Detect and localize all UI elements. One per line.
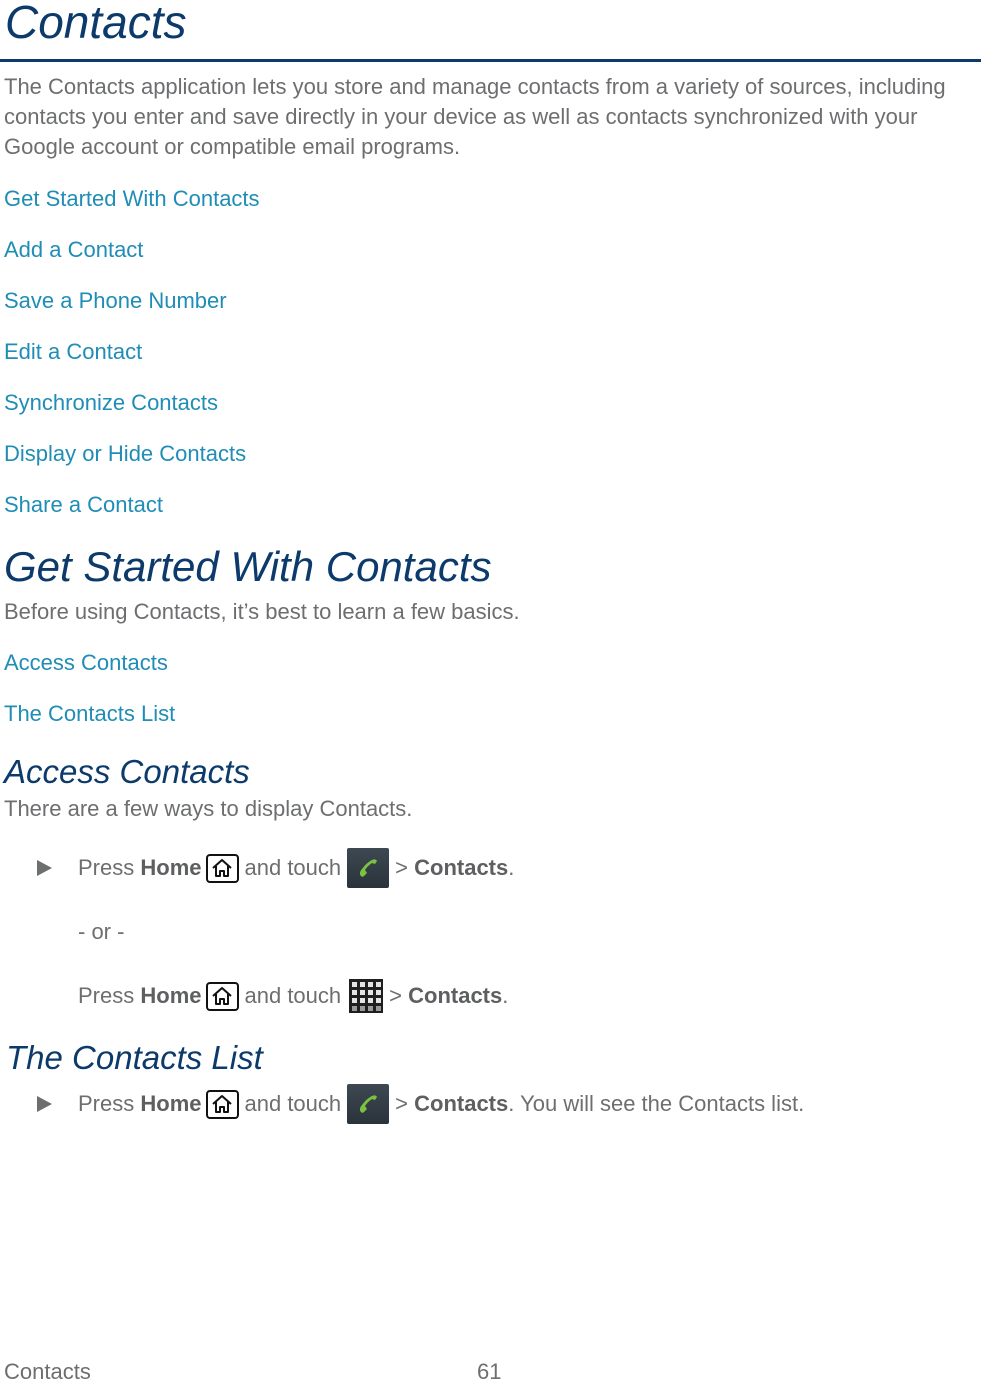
access-step-2: Press Home and touch > Contacts. [78,977,508,1015]
contacts-target-label: Contacts [408,983,503,1008]
footer-page-number: 61 [477,1359,502,1384]
link-contacts-list[interactable]: The Contacts List [4,701,175,727]
get-started-intro: Before using Contacts, it’s best to lear… [4,599,520,624]
home-key-label: Home [140,1091,202,1116]
step-separator: > [395,1091,408,1116]
contacts-list-step: Press Home and touch > Contacts. You wil… [37,1084,804,1124]
toc-link-save-phone-number[interactable]: Save a Phone Number [4,288,227,314]
toc-link-share-contact[interactable]: Share a Contact [4,492,163,518]
access-step-1: Press Home and touch > Contacts. [37,848,514,888]
toc-link-add-contact[interactable]: Add a Contact [4,237,143,263]
bullet-arrow-icon [37,860,52,876]
intro-paragraph: The Contacts application lets you store … [4,74,946,159]
home-icon [205,853,239,883]
access-contacts-intro: There are a few ways to display Contacts… [4,796,413,821]
section-heading-get-started: Get Started With Contacts [4,543,492,590]
step-text: and touch [244,855,342,880]
or-separator: - or - [78,919,125,944]
toc-link-display-hide-contacts[interactable]: Display or Hide Contacts [4,441,246,467]
step-text: . [502,983,509,1008]
section-heading-access-contacts: Access Contacts [4,753,250,790]
step-text: and touch [244,983,342,1008]
step-text: and touch [244,1091,342,1116]
home-icon [205,1089,239,1119]
phone-icon [347,848,390,888]
home-key-label: Home [140,855,202,880]
home-key-label: Home [140,983,202,1008]
contacts-target-label: Contacts [414,1091,509,1116]
toc-link-edit-contact[interactable]: Edit a Contact [4,339,142,365]
page-title: Contacts [5,0,187,48]
step-separator: > [389,983,402,1008]
step-text: . You will see the Contacts list. [508,1091,805,1116]
link-access-contacts[interactable]: Access Contacts [4,650,168,676]
section-heading-contacts-list: The Contacts List [6,1039,263,1076]
contacts-target-label: Contacts [414,855,509,880]
step-separator: > [395,855,408,880]
phone-icon [347,1084,390,1124]
home-icon [205,981,239,1011]
step-text: Press [78,1091,135,1116]
toc-link-get-started[interactable]: Get Started With Contacts [4,186,260,212]
footer-section-name: Contacts [4,1359,91,1384]
title-divider [0,59,981,62]
step-text: . [508,855,515,880]
step-text: Press [78,855,135,880]
step-text: Press [78,983,135,1008]
bullet-arrow-icon [37,1096,52,1112]
apps-grid-icon [349,979,384,1013]
toc-link-synchronize-contacts[interactable]: Synchronize Contacts [4,390,218,416]
